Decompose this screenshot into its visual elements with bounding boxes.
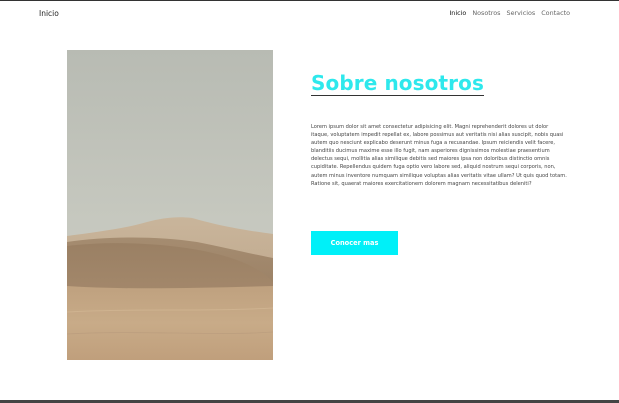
about-section: Sobre nosotros Lorem ipsum dolor sit ame… — [311, 71, 567, 188]
brand-link[interactable]: Inicio — [39, 9, 59, 18]
nav-link-inicio[interactable]: Inicio — [449, 9, 466, 17]
conocer-mas-button[interactable]: Conocer mas — [311, 231, 398, 255]
nav-link-servicios[interactable]: Servicios — [507, 9, 536, 17]
nav-link-nosotros[interactable]: Nosotros — [472, 9, 500, 17]
desert-dunes-image — [67, 50, 273, 360]
navbar: Inicio Inicio Nosotros Servicios Contact… — [0, 1, 619, 27]
about-title: Sobre nosotros — [311, 71, 484, 96]
nav-links: Inicio Nosotros Servicios Contacto — [449, 9, 570, 17]
nav-link-contacto[interactable]: Contacto — [541, 9, 570, 17]
about-paragraph: Lorem ipsum dolor sit amet consectetur a… — [311, 124, 567, 187]
